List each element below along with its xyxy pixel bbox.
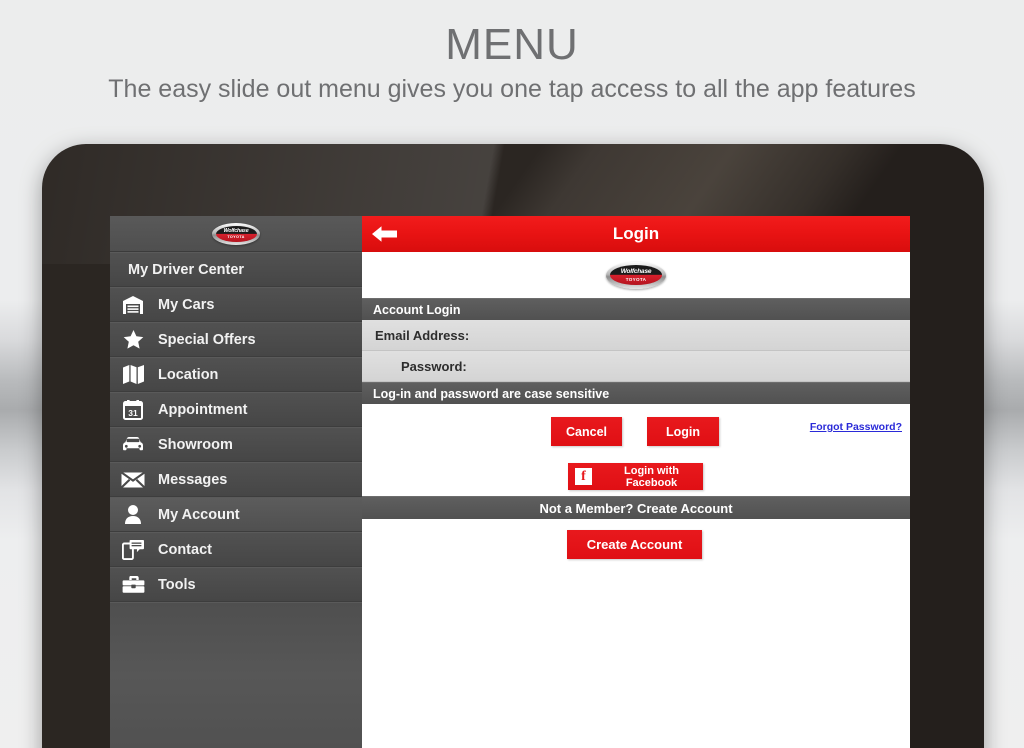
page-subtitle: The easy slide out menu gives you one ta… bbox=[108, 75, 916, 104]
sidebar-item-my-driver-center[interactable]: My Driver Center bbox=[110, 252, 362, 287]
sidebar-item-special-offers[interactable]: Special Offers bbox=[110, 322, 362, 357]
sidebar-item-appointment[interactable]: 31 Appointment bbox=[110, 392, 362, 427]
slide-out-menu: Wolfchase TOYOTA My Driver Center My Car… bbox=[110, 216, 362, 748]
sidebar-item-messages[interactable]: Messages bbox=[110, 462, 362, 497]
password-field-row[interactable]: Password: bbox=[362, 351, 910, 382]
sidebar-item-showroom[interactable]: Showroom bbox=[110, 427, 362, 462]
sidebar-item-label: Tools bbox=[158, 576, 196, 593]
contact-icon bbox=[120, 539, 146, 561]
sidebar-item-label: Showroom bbox=[158, 436, 233, 453]
sidebar-item-my-cars[interactable]: My Cars bbox=[110, 287, 362, 322]
facebook-button-label: Login with Facebook bbox=[624, 464, 679, 489]
dealer-logo-word: Wolfchase bbox=[620, 267, 652, 275]
dealer-logo-inner: Wolfchase TOYOTA bbox=[215, 225, 257, 242]
facebook-icon: f bbox=[575, 468, 592, 485]
login-screen: Login Wolfchase TOYOTA Account Login Ema… bbox=[362, 216, 910, 748]
tablet-device-mockup: Wolfchase TOYOTA My Driver Center My Car… bbox=[42, 144, 984, 748]
garage-icon bbox=[120, 294, 146, 316]
sidebar-item-label: Messages bbox=[158, 471, 228, 488]
email-field-row[interactable]: Email Address: bbox=[362, 320, 910, 351]
map-icon bbox=[120, 364, 146, 386]
content-empty-area bbox=[362, 571, 910, 748]
email-field-label: Email Address: bbox=[375, 327, 470, 343]
dealer-logo-sub: TOYOTA bbox=[227, 234, 245, 239]
content-logo-row: Wolfchase TOYOTA bbox=[362, 252, 910, 298]
screenshot-stage: MENU The easy slide out menu gives you o… bbox=[0, 0, 1024, 748]
sidebar-item-my-account[interactable]: My Account bbox=[110, 497, 362, 532]
person-icon bbox=[120, 504, 146, 526]
sidebar-item-label: My Account bbox=[158, 506, 240, 523]
page-heading: MENU The easy slide out menu gives you o… bbox=[0, 0, 1024, 104]
create-account-button[interactable]: Create Account bbox=[567, 530, 702, 559]
sidebar-item-label: Special Offers bbox=[158, 331, 256, 348]
envelope-icon bbox=[120, 469, 146, 491]
not-a-member-bar: Not a Member? Create Account bbox=[362, 496, 910, 519]
sidebar-item-label: My Cars bbox=[158, 296, 215, 313]
device-screen: Wolfchase TOYOTA My Driver Center My Car… bbox=[110, 216, 910, 748]
dealer-logo-inner: Wolfchase TOYOTA bbox=[610, 265, 662, 285]
sidebar-item-label: Location bbox=[158, 366, 219, 383]
app-bar-title: Login bbox=[612, 224, 660, 243]
sidebar-item-tools[interactable]: Tools bbox=[110, 567, 362, 602]
login-actions: Cancel Login Forgot Password? f Login wi… bbox=[362, 404, 910, 496]
app-bar: Login bbox=[362, 216, 910, 252]
sidebar-logo-bar: Wolfchase TOYOTA bbox=[110, 216, 362, 252]
create-account-zone: Create Account bbox=[362, 519, 910, 571]
calendar-icon: 31 bbox=[120, 399, 146, 421]
dealer-logo: Wolfchase TOYOTA bbox=[606, 261, 666, 289]
car-icon bbox=[120, 434, 146, 456]
password-field-label: Password: bbox=[401, 358, 467, 374]
account-login-section-header: Account Login bbox=[362, 298, 910, 320]
toolbox-icon bbox=[120, 574, 146, 596]
sidebar-item-label: My Driver Center bbox=[128, 261, 245, 278]
forgot-password-link[interactable]: Forgot Password? bbox=[810, 421, 902, 433]
star-icon bbox=[120, 329, 146, 351]
sidebar-item-contact[interactable]: Contact bbox=[110, 532, 362, 567]
cancel-button[interactable]: Cancel bbox=[551, 417, 622, 446]
sidebar-item-label: Contact bbox=[158, 541, 212, 558]
case-sensitive-note: Log-in and password are case sensitive bbox=[362, 382, 910, 404]
sidebar-item-label: Appointment bbox=[158, 401, 248, 418]
sidebar-empty-area bbox=[110, 602, 362, 748]
dealer-logo: Wolfchase TOYOTA bbox=[212, 222, 260, 245]
svg-text:31: 31 bbox=[128, 408, 138, 418]
sidebar-item-location[interactable]: Location bbox=[110, 357, 362, 392]
login-with-facebook-button[interactable]: f Login with Facebook bbox=[568, 463, 703, 490]
login-button[interactable]: Login bbox=[647, 417, 719, 446]
page-title: MENU bbox=[445, 20, 579, 69]
dealer-logo-sub: TOYOTA bbox=[625, 276, 647, 282]
